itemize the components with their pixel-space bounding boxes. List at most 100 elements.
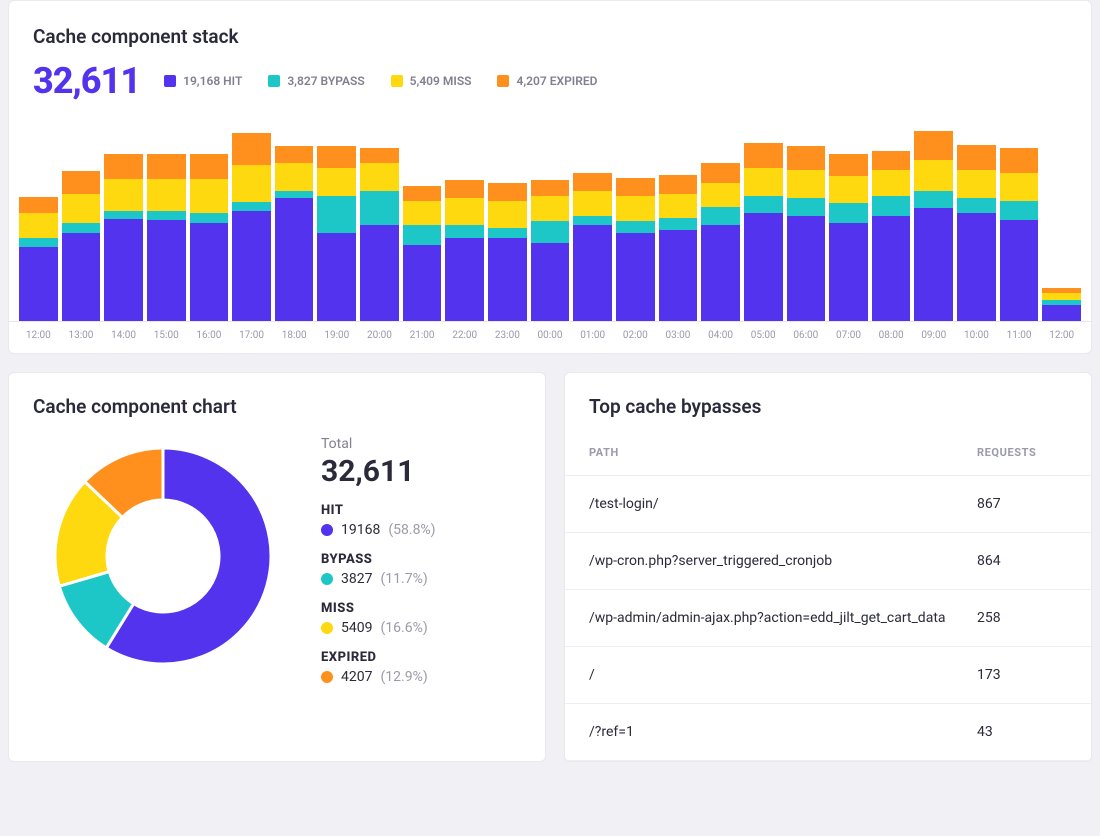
bar-segment-miss [659, 194, 698, 219]
bar-column[interactable] [659, 175, 698, 321]
bar-segment-miss [829, 176, 868, 203]
donut-total-value: 32,611 [321, 454, 436, 489]
bar-segment-expired [787, 146, 826, 171]
bar-segment-hit [531, 243, 570, 321]
bar-segment-bypass [744, 196, 783, 213]
cache-stack-xaxis: 12:0013:0014:0015:0016:0017:0018:0019:00… [9, 322, 1091, 341]
bar-segment-bypass [232, 202, 271, 211]
table-row[interactable]: /wp-cron.php?server_triggered_cronjob864 [565, 533, 1091, 590]
bar-column[interactable] [829, 154, 868, 321]
bar-column[interactable] [531, 180, 570, 321]
bar-segment-miss [317, 168, 356, 196]
bar-column[interactable] [914, 131, 953, 321]
bar-segment-miss [445, 198, 484, 225]
xaxis-tick: 13:00 [62, 330, 101, 341]
bar-column[interactable] [744, 143, 783, 321]
legend-label: 5,409 MISS [410, 74, 472, 88]
table-row[interactable]: /wp-admin/admin-ajax.php?action=edd_jilt… [565, 590, 1091, 647]
legend-item-miss[interactable]: 5,409 MISS [391, 74, 472, 88]
donut-legend-item-bypass: BYPASS3827(11.7%) [321, 552, 436, 587]
bar-column[interactable] [275, 146, 314, 321]
bypass-path: /wp-admin/admin-ajax.php?action=edd_jilt… [589, 610, 977, 626]
legend-item-hit[interactable]: 19,168 HIT [164, 74, 242, 88]
xaxis-tick: 18:00 [275, 330, 314, 341]
swatch-icon [268, 75, 280, 87]
bar-column[interactable] [957, 145, 996, 321]
bar-column[interactable] [445, 180, 484, 321]
bar-column[interactable] [403, 186, 442, 321]
bar-segment-bypass [701, 207, 740, 225]
xaxis-tick: 16:00 [190, 330, 229, 341]
bar-column[interactable] [19, 197, 58, 321]
bypass-path: /wp-cron.php?server_triggered_cronjob [589, 553, 977, 569]
bar-segment-expired [914, 131, 953, 160]
donut-total-label: Total [321, 436, 436, 452]
xaxis-tick: 05:00 [744, 330, 783, 341]
bar-segment-hit [744, 213, 783, 321]
bar-segment-bypass [445, 225, 484, 237]
bar-column[interactable] [1042, 288, 1081, 321]
bar-segment-bypass [488, 228, 527, 238]
bar-column[interactable] [701, 163, 740, 321]
bar-segment-bypass [531, 221, 570, 243]
bar-segment-hit [62, 233, 101, 321]
bar-column[interactable] [787, 146, 826, 321]
xaxis-tick: 12:00 [1042, 330, 1081, 341]
bar-segment-miss [787, 170, 826, 198]
bypass-path: /?ref=1 [589, 724, 977, 740]
bar-segment-bypass [872, 196, 911, 216]
legend-item-bypass[interactable]: 3,827 BYPASS [268, 74, 364, 88]
bar-segment-miss [275, 163, 314, 191]
table-row[interactable]: /173 [565, 647, 1091, 704]
bar-column[interactable] [317, 146, 356, 321]
donut-legend: Total 32,611 HIT19168(58.8%)BYPASS3827(1… [321, 436, 436, 699]
donut-legend-percent: (58.8%) [388, 522, 435, 538]
bar-segment-hit [787, 216, 826, 321]
bar-segment-hit [317, 233, 356, 321]
bar-segment-hit [19, 247, 58, 321]
bar-segment-miss [232, 165, 271, 202]
xaxis-tick: 06:00 [787, 330, 826, 341]
donut-legend-item-hit: HIT19168(58.8%) [321, 503, 436, 538]
bar-column[interactable] [1000, 148, 1039, 321]
bar-segment-hit [190, 223, 229, 321]
table-row[interactable]: /?ref=143 [565, 704, 1091, 761]
xaxis-tick: 04:00 [701, 330, 740, 341]
donut-legend-item-expired: EXPIRED4207(12.9%) [321, 650, 436, 685]
bar-column[interactable] [232, 133, 271, 321]
bar-segment-expired [829, 154, 868, 176]
legend-item-expired[interactable]: 4,207 EXPIRED [497, 74, 597, 88]
donut-legend-value: 3827 [341, 571, 372, 587]
bar-segment-hit [829, 223, 868, 321]
donut-chart [33, 436, 293, 676]
donut-legend-value: 19168 [341, 522, 380, 538]
bar-column[interactable] [872, 151, 911, 321]
bar-segment-bypass [573, 216, 612, 226]
bar-segment-hit [445, 238, 484, 321]
donut-legend-label: BYPASS [321, 552, 436, 567]
xaxis-tick: 21:00 [403, 330, 442, 341]
bar-segment-hit [914, 208, 953, 321]
bar-column[interactable] [488, 183, 527, 321]
bar-segment-miss [531, 196, 570, 221]
bar-column[interactable] [573, 173, 612, 321]
bypass-requests: 864 [977, 553, 1067, 569]
bar-column[interactable] [616, 178, 655, 321]
table-row[interactable]: /test-login/867 [565, 476, 1091, 533]
donut-legend-label: MISS [321, 601, 436, 616]
bar-segment-bypass [787, 198, 826, 215]
xaxis-tick: 00:00 [531, 330, 570, 341]
bar-column[interactable] [190, 154, 229, 321]
bar-segment-bypass [616, 221, 655, 233]
bar-column[interactable] [62, 171, 101, 321]
bar-segment-hit [616, 233, 655, 321]
xaxis-tick: 12:00 [19, 330, 58, 341]
bypasses-table-header: PATH REQUESTS [565, 430, 1091, 476]
legend-label: 4,207 EXPIRED [516, 74, 597, 88]
bar-segment-miss [104, 179, 143, 211]
bar-column[interactable] [104, 154, 143, 321]
bar-column[interactable] [147, 154, 186, 321]
cache-donut-title: Cache component chart [33, 395, 521, 426]
bar-column[interactable] [360, 148, 399, 321]
bar-segment-hit [957, 213, 996, 321]
